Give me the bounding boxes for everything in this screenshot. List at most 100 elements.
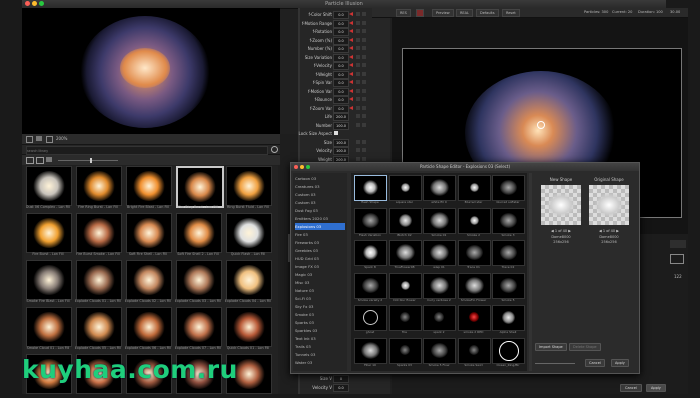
dialog-minimize-icon[interactable] [300, 165, 304, 169]
preset-thumbnail[interactable]: Explode Clouds 06 - Lon Fill [124, 307, 172, 351]
preset-thumbnail[interactable]: Smoke Cloud 01 - Lon Fill [24, 307, 72, 351]
record-button[interactable] [416, 9, 424, 17]
keyframe-arrow-icon[interactable] [349, 29, 353, 33]
keyframe-arrow-icon[interactable] [349, 54, 353, 59]
shape-thumbnail[interactable]: Smoke 01 [422, 207, 456, 240]
main-apply-button[interactable]: Apply [646, 384, 666, 392]
category-item[interactable]: Custom 03 [295, 199, 345, 206]
category-item[interactable]: Cartoon 03 [295, 175, 345, 182]
category-item[interactable]: Tunnels 03 [295, 351, 345, 358]
shape-thumbnail[interactable]: Flash Variation [353, 207, 387, 240]
category-item[interactable]: Greebles 03 [295, 247, 345, 254]
visibility-toggle-icon[interactable] [362, 139, 366, 144]
graph-toggle-icon[interactable] [356, 46, 360, 50]
dialog-close-icon[interactable] [294, 165, 298, 169]
property-value-field[interactable]: 0.0 [333, 384, 349, 392]
preset-thumbnail[interactable]: Fire Ring Burst - Lon Fill [74, 166, 122, 210]
visibility-toggle-icon[interactable] [362, 20, 366, 25]
category-item[interactable]: Sparks 03 [295, 319, 345, 326]
preset-thumbnail[interactable]: Fire Ring Burst - Lon Fill [174, 166, 224, 210]
visibility-toggle-icon[interactable] [362, 12, 366, 16]
category-item[interactable]: Dust Fog 03 [295, 207, 345, 214]
shape-thumbnail[interactable]: smoke 2 RED [457, 305, 491, 337]
visibility-toggle-icon[interactable] [362, 88, 366, 93]
visibility-toggle-icon[interactable] [362, 156, 366, 161]
prev-arrow-icon[interactable]: ◀ [551, 229, 554, 233]
visibility-toggle-icon[interactable] [362, 54, 366, 59]
shape-thumbnail[interactable]: Curly verbose 2 [422, 272, 456, 305]
graph-toggle-icon[interactable] [356, 139, 360, 144]
category-item[interactable]: Trails 03 [295, 343, 345, 350]
shape-thumbnail[interactable]: Smoke 5 Flow [422, 337, 456, 370]
timeline-handle[interactable] [670, 240, 686, 248]
list-view-icon[interactable] [26, 157, 34, 164]
monitor-icon[interactable] [36, 136, 42, 141]
graph-toggle-icon[interactable] [356, 122, 360, 127]
shape-thumbnail[interactable]: Trace 02 [491, 240, 525, 272]
graph-toggle-icon[interactable] [356, 20, 360, 25]
shape-thumbnail[interactable]: Sparks 03 [388, 337, 422, 370]
shape-thumbnail[interactable]: fire [388, 305, 422, 337]
main-cancel-button[interactable]: Cancel [620, 384, 642, 392]
category-item[interactable]: Emitters 2020 03 [295, 215, 345, 222]
keyframe-arrow-icon[interactable] [349, 80, 353, 84]
preset-thumbnail[interactable]: Quick Flash - Lon Fill [224, 213, 272, 257]
shape-thumbnail[interactable]: wisp 01 [422, 240, 456, 272]
dialog-slider[interactable] [535, 363, 575, 364]
shape-thumbnail[interactable]: Smoke 2 [457, 207, 491, 240]
real-button[interactable]: REAL [456, 9, 473, 17]
shape-thumbnail[interactable]: TinaFlower08 [388, 240, 422, 272]
delete-shape-button[interactable]: Delete Shape [569, 343, 601, 351]
visibility-toggle-icon[interactable] [362, 105, 366, 110]
preset-thumbnail[interactable]: Smoke Fire Blast - Lon Fill [24, 260, 72, 304]
keyframe-arrow-icon[interactable] [349, 37, 353, 42]
category-item[interactable]: Sci-Fi 03 [295, 295, 345, 302]
graph-toggle-icon[interactable] [356, 12, 360, 16]
next-arrow-icon[interactable]: ▶ [616, 229, 619, 233]
category-item[interactable]: Magic 03 [295, 271, 345, 278]
graph-toggle-icon[interactable] [356, 105, 360, 110]
preset-thumbnail[interactable]: Ring Burst Fluid - Lon Fill [224, 166, 272, 210]
visibility-toggle-icon[interactable] [362, 46, 366, 50]
category-item[interactable]: Fireworks 03 [295, 239, 345, 246]
reset-button[interactable]: Reset [502, 9, 520, 17]
lock-checkbox[interactable] [334, 131, 338, 135]
category-item[interactable]: Nature 03 [295, 287, 345, 294]
search-input[interactable] [26, 146, 268, 155]
shape-thumbnail[interactable]: square star [388, 175, 422, 207]
preset-thumbnail[interactable]: Soft Fire Shell - Lon Fill [124, 213, 172, 257]
category-item[interactable]: Explosions 03 [295, 223, 345, 230]
shape-thumbnail[interactable]: spark 2 [422, 305, 456, 337]
grid-view-icon[interactable] [36, 157, 44, 164]
graph-toggle-icon[interactable] [356, 148, 360, 152]
shape-thumbnail[interactable]: Ocean_Ring/Blr [491, 337, 525, 370]
shape-thumbnail[interactable]: Trace 01 [457, 240, 491, 272]
shape-thumbnail[interactable]: Filler 10 [353, 337, 387, 370]
keyframe-arrow-icon[interactable] [349, 71, 353, 76]
graph-toggle-icon[interactable] [356, 97, 360, 101]
property-row[interactable]: Size V0 [300, 374, 390, 383]
visibility-toggle-icon[interactable] [362, 114, 366, 118]
dialog-apply-button[interactable]: Apply [611, 359, 629, 367]
shape-thumbnail[interactable]: Smoke 3 [491, 207, 525, 240]
import-shape-button[interactable]: Import Shape [535, 343, 567, 351]
category-item[interactable]: Water 03 [295, 359, 345, 366]
keyframe-arrow-icon[interactable] [349, 20, 353, 25]
preset-thumbnail[interactable]: Bright Fire Blast - Lon Fill [124, 166, 172, 210]
graph-toggle-icon[interactable] [356, 80, 360, 84]
category-item[interactable]: Sky Fx 03 [295, 303, 345, 310]
box-icon[interactable] [46, 136, 53, 143]
visibility-toggle-icon[interactable] [362, 122, 366, 127]
large-grid-view-icon[interactable] [46, 157, 52, 162]
shape-thumbnail[interactable]: Blurred star [457, 175, 491, 207]
graph-toggle-icon[interactable] [356, 114, 360, 118]
preset-thumbnail[interactable]: Explode Clouds 02 - Lon Fill [124, 260, 172, 304]
category-item[interactable]: Smoke 03 [295, 311, 345, 318]
visibility-toggle-icon[interactable] [362, 29, 366, 33]
visibility-toggle-icon[interactable] [362, 63, 366, 67]
preset-thumbnail[interactable]: Dust 06 Complex - Lon Fill [24, 166, 72, 210]
visibility-toggle-icon[interactable] [362, 71, 366, 76]
shape-thumbnail[interactable]: Spark 8 [353, 240, 387, 272]
shape-thumbnail[interactable]: Smoke 5 [491, 272, 525, 305]
visibility-toggle-icon[interactable] [362, 97, 366, 101]
